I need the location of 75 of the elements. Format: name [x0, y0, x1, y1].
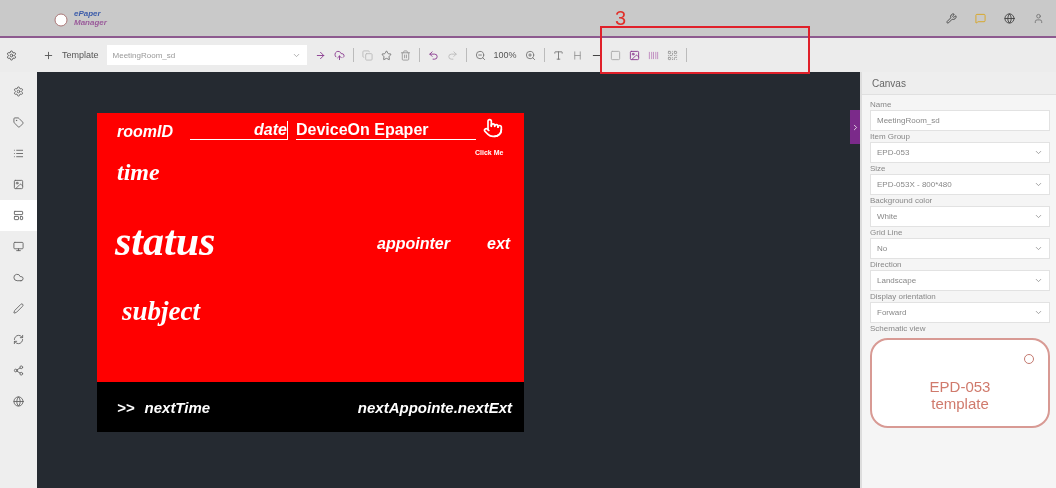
field-label: Grid Line [870, 228, 904, 237]
zoom-level: 100% [493, 50, 517, 60]
hand-pointer-icon [483, 118, 503, 138]
plus-icon[interactable] [43, 49, 54, 61]
canvas-text: nextAppointe.nextExt [357, 398, 512, 416]
field-label: Name [870, 100, 893, 109]
field-label: Display orientation [870, 292, 937, 301]
trash-icon[interactable] [399, 49, 411, 61]
wrench-icon[interactable] [946, 12, 957, 24]
chevron-down-icon [1034, 212, 1043, 221]
list-icon [13, 148, 24, 159]
zoom-out-icon[interactable] [474, 49, 486, 61]
upload-icon[interactable] [333, 49, 345, 61]
select-field[interactable]: Landscape [870, 270, 1050, 291]
select-field[interactable]: No [870, 238, 1050, 259]
monitor-icon [13, 241, 24, 252]
select-field[interactable]: EPD-053X - 800*480 [870, 174, 1050, 195]
refresh-icon [13, 334, 24, 345]
star-icon[interactable] [380, 49, 392, 61]
chevron-down-icon [1034, 308, 1043, 317]
canvas-title: DeviceOn Epaper [296, 121, 476, 140]
redo-icon[interactable] [446, 49, 458, 61]
template-label: Template [62, 50, 99, 60]
cloud-icon [13, 272, 24, 283]
undo-icon[interactable] [427, 49, 439, 61]
field-label: Direction [870, 260, 903, 269]
pen-icon [13, 303, 24, 314]
canvas-text: date [190, 121, 288, 140]
rectangle-icon[interactable] [609, 49, 621, 61]
arrow-icon[interactable] [314, 49, 326, 61]
chevron-down-icon [1034, 244, 1043, 253]
globe-icon[interactable] [1004, 12, 1015, 24]
collapse-tab[interactable] [850, 110, 860, 144]
canvas-text: nextTime [144, 398, 211, 416]
canvas-text: subject [122, 296, 200, 327]
image-icon[interactable] [628, 49, 640, 61]
settings-icon [13, 86, 24, 97]
panel-title: Canvas [862, 72, 1056, 95]
canvas-text: status [115, 217, 216, 265]
zoom-in-icon[interactable] [524, 49, 536, 61]
canvas-text: ext [487, 235, 511, 253]
chevron-down-icon [1034, 276, 1043, 285]
copy-icon[interactable] [361, 49, 373, 61]
settings-icon[interactable] [6, 49, 17, 61]
canvas-text: roomID [117, 123, 173, 141]
text-tool-icon[interactable] [552, 49, 564, 61]
field-label: Size [870, 164, 887, 173]
image-icon [13, 179, 24, 190]
logo-text: Manager [74, 18, 107, 27]
template-select[interactable]: MeetingRoom_sd [106, 45, 307, 65]
chevron-down-icon [1034, 180, 1043, 189]
field-label: Background color [870, 196, 934, 205]
qrcode-icon[interactable] [666, 49, 678, 61]
input-field[interactable]: MeetingRoom_sd [870, 110, 1050, 131]
select-field[interactable]: Forward [870, 302, 1050, 323]
chevron-down-icon [1034, 148, 1043, 157]
user-icon[interactable] [1033, 12, 1044, 24]
field-label: Schematic view [870, 324, 927, 333]
tag-icon [13, 117, 24, 128]
barcode-icon[interactable] [647, 49, 659, 61]
message-icon[interactable] [975, 12, 986, 24]
globe-icon [13, 396, 24, 407]
template-icon [13, 210, 24, 221]
select-field[interactable]: White [870, 206, 1050, 227]
share-icon [13, 365, 24, 376]
select-field[interactable]: EPD-053 [870, 142, 1050, 163]
annotation-number: 3 [614, 6, 626, 30]
heading-icon[interactable] [571, 49, 583, 61]
canvas-text: appointer [377, 235, 450, 253]
preview-text: EPD-053 template [928, 378, 992, 414]
field-label: Item Group [870, 132, 911, 141]
canvas-text: >> [117, 398, 135, 416]
sidebar-item[interactable] [0, 200, 37, 231]
logo-text: ePaper [74, 9, 102, 18]
canvas-text: time [117, 159, 160, 186]
